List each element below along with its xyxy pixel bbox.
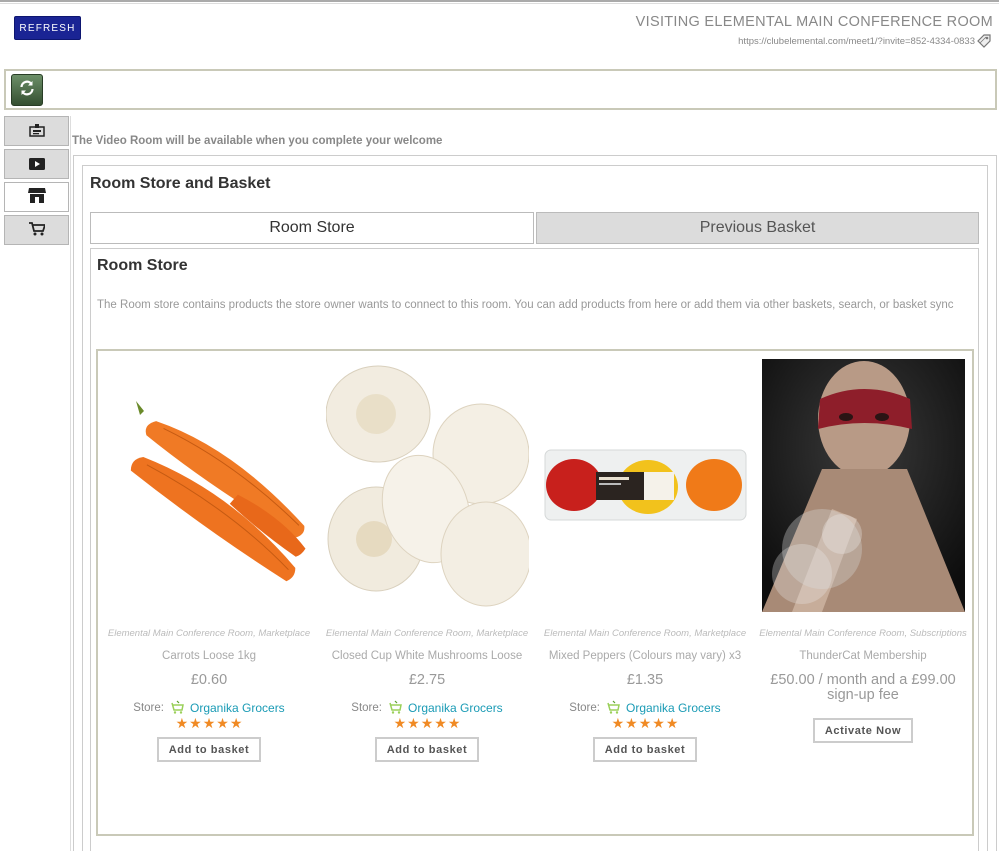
star-icon: ★ (638, 715, 652, 731)
product-name: ThunderCat Membership (799, 650, 927, 662)
star-icon: ★ (625, 715, 638, 731)
product-categories: Elemental Main Conference Room, Marketpl… (107, 628, 311, 639)
product-rating: ★ ★ ★ ★ ★ (539, 715, 751, 731)
store-link[interactable]: Organika Grocers (626, 701, 721, 715)
store-label: Store: (351, 702, 382, 714)
store-link[interactable]: Organika Grocers (408, 701, 503, 715)
sync-button[interactable] (11, 74, 43, 106)
room-store-description: The Room store contains products the sto… (97, 299, 954, 311)
sync-icon (18, 79, 36, 101)
side-nav-badge[interactable] (4, 116, 69, 146)
video-play-icon (28, 155, 45, 174)
product-price: £1.35 (626, 672, 664, 688)
star-icon: ★ (407, 715, 420, 731)
side-divider (70, 116, 71, 851)
star-icon: ★ (420, 715, 434, 731)
star-icon: ★ (229, 715, 243, 731)
product-image-carrots[interactable] (107, 359, 311, 612)
room-url-text: https://clubelemental.com/meet1/?invite=… (738, 35, 975, 47)
activate-now-button[interactable]: Activate Now (812, 718, 914, 743)
store-icon (27, 187, 46, 207)
star-icon: ★ (202, 715, 216, 731)
product-rating: ★ ★ ★ ★ ★ (103, 715, 315, 731)
product-image-membership[interactable] (761, 359, 965, 612)
side-nav (4, 116, 69, 248)
product-store: Store: Organika Grocers (321, 700, 533, 716)
product-price: £0.60 (190, 672, 228, 688)
toolbar (4, 69, 997, 110)
refresh-button[interactable]: REFRESH (14, 16, 81, 40)
product-categories: Elemental Main Conference Room, Marketpl… (325, 628, 529, 639)
star-icon: ★ (652, 715, 665, 731)
add-to-basket-button[interactable]: Add to basket (374, 737, 480, 762)
side-nav-cart[interactable] (4, 215, 69, 245)
store-logo-icon (387, 700, 403, 716)
product-image-peppers[interactable] (543, 359, 747, 612)
star-icon: ★ (434, 715, 447, 731)
side-nav-video[interactable] (4, 149, 69, 179)
add-to-basket-button[interactable]: Add to basket (592, 737, 698, 762)
top-rule (0, 0, 999, 4)
product-categories: Elemental Main Conference Room, Marketpl… (543, 628, 747, 639)
product-categories: Elemental Main Conference Room, Subscrip… (759, 628, 967, 639)
room-url: https://clubelemental.com/meet1/?invite=… (738, 34, 991, 48)
product-name: Carrots Loose 1kg (162, 650, 256, 662)
star-icon: ★ (175, 715, 189, 731)
product-grid: Elemental Main Conference Room, Marketpl… (96, 349, 974, 836)
tag-icon[interactable] (977, 34, 991, 48)
tab-room-store[interactable]: Room Store (90, 212, 534, 244)
product-price: £50.00 / month and a £99.00 sign-up fee (770, 672, 956, 703)
room-title: VISITING ELEMENTAL MAIN CONFERENCE ROOM (635, 14, 993, 30)
star-icon: ★ (189, 715, 202, 731)
store-link[interactable]: Organika Grocers (190, 701, 285, 715)
product-price: £2.75 (408, 672, 446, 688)
store-logo-icon (169, 700, 185, 716)
product-store: Store: Organika Grocers (539, 700, 751, 716)
product-card: Elemental Main Conference Room, Marketpl… (321, 359, 533, 762)
product-rating: ★ ★ ★ ★ ★ (321, 715, 533, 731)
product-store: Store: Organika Grocers (103, 700, 315, 716)
product-card: Elemental Main Conference Room, Subscrip… (757, 359, 969, 743)
side-nav-store[interactable] (4, 182, 69, 212)
product-card: Elemental Main Conference Room, Marketpl… (539, 359, 751, 762)
add-to-basket-button[interactable]: Add to basket (156, 737, 262, 762)
star-icon: ★ (611, 715, 625, 731)
star-icon: ★ (393, 715, 407, 731)
badge-icon (28, 122, 45, 141)
star-icon: ★ (216, 715, 229, 731)
store-logo-icon (605, 700, 621, 716)
star-icon: ★ (447, 715, 461, 731)
product-image-mushrooms[interactable] (325, 359, 529, 612)
store-label: Store: (569, 702, 600, 714)
star-icon: ★ (665, 715, 679, 731)
tab-previous-basket[interactable]: Previous Basket (536, 212, 979, 244)
video-room-notice: The Video Room will be available when yo… (72, 135, 443, 147)
room-store-title: Room Store (97, 257, 188, 274)
store-label: Store: (133, 702, 164, 714)
store-basket-title: Room Store and Basket (90, 175, 271, 192)
cart-icon (28, 221, 46, 240)
product-name: Mixed Peppers (Colours may vary) x3 (548, 650, 742, 662)
product-card: Elemental Main Conference Room, Marketpl… (103, 359, 315, 762)
product-name: Closed Cup White Mushrooms Loose (331, 650, 523, 662)
